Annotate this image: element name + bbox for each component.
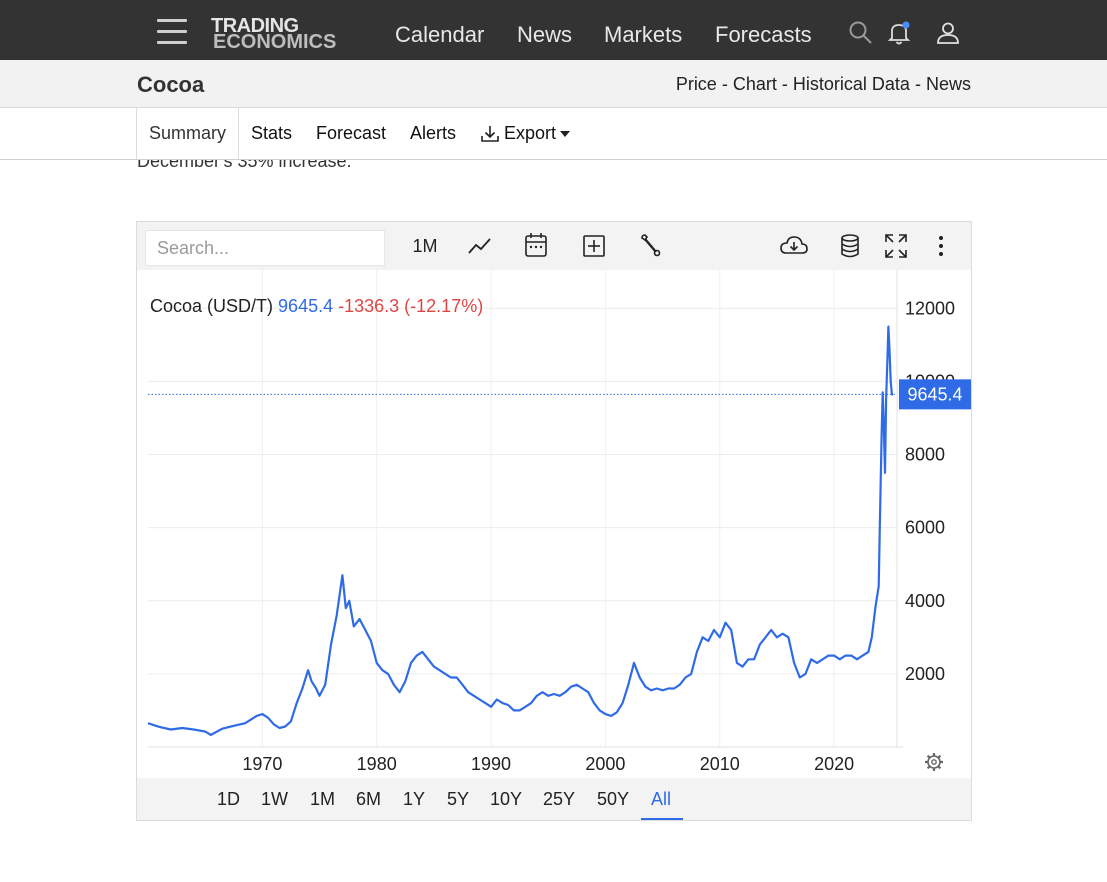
x-axis: 1970 1980 1990 2000 2010 2020 <box>242 754 854 774</box>
title-bar: Cocoa Price - Chart - Historical Data - … <box>0 60 1107 108</box>
nav-news[interactable]: News <box>517 22 572 48</box>
search-icon[interactable] <box>848 20 874 46</box>
y-tick-label: 4000 <box>905 591 945 611</box>
legend-price: 9645.4 <box>278 296 334 316</box>
menu-icon[interactable] <box>157 19 187 45</box>
tab-alerts[interactable]: Alerts <box>410 108 456 159</box>
y-tick-label: 8000 <box>905 445 945 465</box>
x-tick-label: 2000 <box>585 754 625 774</box>
last-price-badge-layer: 9645.4 <box>148 379 971 410</box>
more-icon[interactable] <box>929 232 953 260</box>
chart-settings-icon[interactable] <box>925 753 943 771</box>
range-all[interactable]: All <box>651 789 671 810</box>
chart-legend: Cocoa (USD/T) 9645.4 -1336.3 (-12.17%) <box>150 296 483 317</box>
database-icon[interactable] <box>837 232 863 260</box>
nav-calendar[interactable]: Calendar <box>395 22 484 48</box>
chart-grid <box>148 270 903 748</box>
tabs-bar: Summary Stats Forecast Alerts Export <box>0 108 1107 160</box>
wrench-icon[interactable] <box>637 232 663 260</box>
calendar-icon[interactable] <box>523 232 549 260</box>
tab-summary[interactable]: Summary <box>136 108 240 159</box>
range-selector: 1D 1W 1M 6M 1Y 5Y 10Y 25Y 50Y All <box>137 778 971 820</box>
line-chart-icon[interactable] <box>467 232 493 260</box>
breadcrumb: Price - Chart - Historical Data - News <box>676 74 971 95</box>
export-label: Export <box>504 123 557 143</box>
tab-export[interactable]: Export <box>480 108 571 159</box>
chart-area: 20004000600080001000012000 1970198019902… <box>137 270 971 778</box>
range-1y[interactable]: 1Y <box>403 789 425 810</box>
crumb-separator: - <box>914 74 921 94</box>
range-1d[interactable]: 1D <box>217 789 240 810</box>
range-10y[interactable]: 10Y <box>490 789 522 810</box>
crumb-separator: - <box>781 74 788 94</box>
caret-down-icon <box>560 130 571 137</box>
x-tick-label: 1990 <box>471 754 511 774</box>
interval-button[interactable]: 1M <box>412 232 438 260</box>
chart-panel: 1M <box>136 221 972 821</box>
crumb-historical-data[interactable]: Historical Data <box>793 74 910 94</box>
legend-series-name: Cocoa (USD/T) <box>150 296 274 316</box>
tab-stats[interactable]: Stats <box>251 108 292 159</box>
crumb-news[interactable]: News <box>926 74 971 94</box>
y-tick-label: 2000 <box>905 664 945 684</box>
page-title: Cocoa <box>137 72 205 97</box>
user-icon[interactable] <box>935 20 961 46</box>
bell-icon[interactable] <box>886 20 912 46</box>
y-axis: 20004000600080001000012000 <box>905 298 955 684</box>
download-icon <box>481 125 499 142</box>
last-price-badge-label: 9645.4 <box>907 384 962 404</box>
x-tick-label: 1970 <box>242 754 282 774</box>
legend-change: -1336.3 (-12.17%) <box>338 296 484 316</box>
range-6m[interactable]: 6M <box>356 789 381 810</box>
tab-forecast[interactable]: Forecast <box>316 108 386 159</box>
site-logo[interactable]: TRADING ECONOMICS <box>211 15 356 53</box>
add-indicator-icon[interactable] <box>581 232 607 260</box>
x-tick-label: 2010 <box>700 754 740 774</box>
crumb-chart[interactable]: Chart <box>733 74 777 94</box>
range-50y[interactable]: 50Y <box>597 789 629 810</box>
range-1w[interactable]: 1W <box>261 789 288 810</box>
range-5y[interactable]: 5Y <box>447 789 469 810</box>
crumb-price[interactable]: Price <box>676 74 717 94</box>
logo-line-2: ECONOMICS <box>213 31 337 53</box>
nav-markets[interactable]: Markets <box>604 22 682 48</box>
chart-svg[interactable]: 20004000600080001000012000 1970198019902… <box>137 270 971 778</box>
x-tick-label: 1980 <box>357 754 397 774</box>
range-1m[interactable]: 1M <box>310 789 335 810</box>
range-25y[interactable]: 25Y <box>543 789 575 810</box>
nav-forecasts[interactable]: Forecasts <box>715 22 812 48</box>
active-range-indicator <box>641 818 683 820</box>
crumb-separator: - <box>721 74 728 94</box>
notification-dot <box>902 21 910 29</box>
y-tick-label: 6000 <box>905 518 945 538</box>
top-navigation: TRADING ECONOMICS Calendar News Markets … <box>0 0 1107 60</box>
x-tick-label: 2020 <box>814 754 854 774</box>
cloud-download-icon[interactable] <box>779 232 809 260</box>
fullscreen-icon[interactable] <box>883 232 909 260</box>
chart-search-input[interactable] <box>145 230 385 266</box>
chart-toolbar: 1M <box>137 222 971 270</box>
y-tick-label: 12000 <box>905 298 955 318</box>
